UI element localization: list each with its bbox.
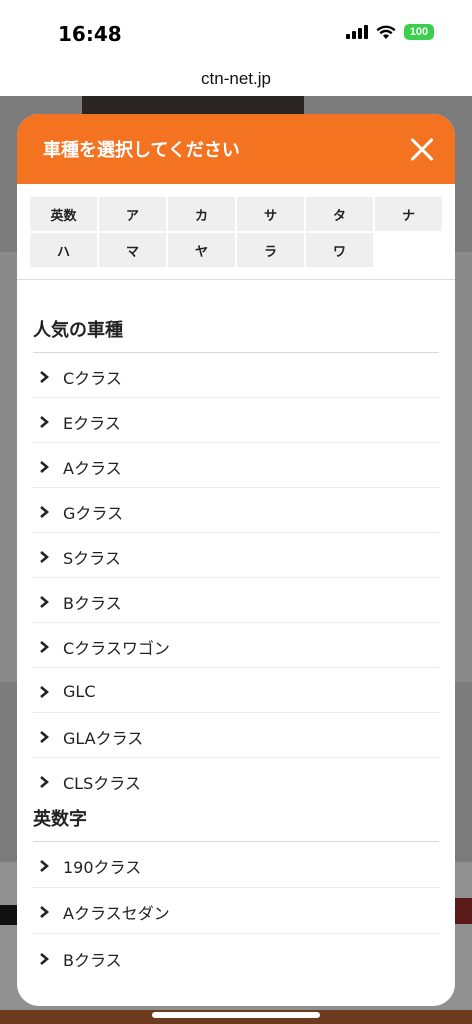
list-item-label: CLSクラス: [63, 774, 141, 793]
index-tab-ya[interactable]: ヤ: [168, 233, 235, 267]
modal-title: 車種を選択してください: [43, 140, 240, 161]
list-item-label: Aクラスセダン: [63, 904, 170, 923]
list-item-label: GLC: [63, 682, 96, 701]
index-tab-ka[interactable]: カ: [168, 197, 235, 231]
chevron-right-icon: [37, 550, 51, 564]
modal-header: 車種を選択してください: [17, 114, 455, 184]
model-select-modal: 車種を選択してください 英数 ア カ サ タ ナ ハ マ ヤ ラ ワ 人気の車種…: [17, 114, 455, 1006]
chevron-right-icon: [37, 859, 51, 873]
wifi-icon: [376, 25, 396, 39]
chevron-right-icon: [37, 595, 51, 609]
list-item[interactable]: GLAクラス: [33, 713, 439, 758]
address-bar[interactable]: ctn-net.jp: [0, 62, 472, 96]
battery-icon: 100: [404, 24, 434, 40]
background-logo-right: [454, 898, 472, 924]
index-tab-wa[interactable]: ワ: [306, 233, 373, 267]
list-item[interactable]: Sクラス: [33, 533, 439, 578]
list-item-label: Aクラス: [63, 458, 122, 478]
kana-index: 英数 ア カ サ タ ナ ハ マ ヤ ラ ワ: [30, 197, 442, 267]
list-item[interactable]: Eクラス: [33, 398, 439, 443]
list-item-label: GLAクラス: [63, 728, 144, 748]
url-text[interactable]: ctn-net.jp: [201, 69, 271, 88]
index-tab-alnum[interactable]: 英数: [30, 197, 97, 231]
alnum-model-list: 190クラス Aクラスセダン Bクラス: [33, 842, 439, 980]
section-title-alnum: 英数字: [33, 805, 439, 842]
list-item[interactable]: Aクラス: [33, 443, 439, 488]
status-bar: 16:48 100: [0, 0, 472, 62]
cellular-signal-icon: [346, 25, 368, 39]
list-item-label: Sクラス: [63, 548, 121, 568]
list-item-label: Cクラスワゴン: [63, 638, 170, 658]
section-title-popular: 人気の車種: [33, 316, 439, 353]
list-item[interactable]: 190クラス: [33, 842, 439, 888]
list-item-label: Eクラス: [63, 413, 121, 433]
list-item[interactable]: Gクラス: [33, 488, 439, 533]
background-logo-left: [0, 905, 18, 925]
clock: 16:48: [58, 22, 122, 46]
chevron-right-icon: [37, 415, 51, 429]
list-item-label: Cクラス: [63, 368, 122, 388]
index-tab-ha[interactable]: ハ: [30, 233, 97, 267]
chevron-right-icon: [37, 640, 51, 654]
list-item[interactable]: Bクラス: [33, 578, 439, 623]
chevron-right-icon: [37, 730, 51, 744]
list-item[interactable]: GLC: [33, 668, 439, 713]
index-divider: [17, 279, 455, 280]
chevron-right-icon: [37, 905, 51, 919]
list-item[interactable]: Aクラスセダン: [33, 888, 439, 934]
chevron-right-icon: [37, 952, 51, 966]
list-item-label: Bクラス: [63, 950, 122, 970]
chevron-right-icon: [37, 460, 51, 474]
list-item-label: Bクラス: [63, 593, 122, 613]
index-tab-na[interactable]: ナ: [375, 197, 442, 231]
chevron-right-icon: [37, 775, 51, 789]
chevron-right-icon: [37, 685, 51, 699]
list-item[interactable]: Cクラス: [33, 353, 439, 398]
chevron-right-icon: [37, 505, 51, 519]
popular-model-list: Cクラス Eクラス Aクラス Gクラス Sクラス Bクラス Cクラスワゴン GL…: [33, 353, 439, 803]
home-indicator[interactable]: [152, 1012, 320, 1018]
list-item[interactable]: Cクラスワゴン: [33, 623, 439, 668]
index-tab-a[interactable]: ア: [99, 197, 166, 231]
status-icons: 100: [346, 24, 434, 40]
list-item[interactable]: CLSクラス: [33, 758, 439, 803]
index-tab-ra[interactable]: ラ: [237, 233, 304, 267]
index-tab-ta[interactable]: タ: [306, 197, 373, 231]
close-icon[interactable]: [409, 136, 435, 162]
index-tab-ma[interactable]: マ: [99, 233, 166, 267]
list-item[interactable]: Bクラス: [33, 934, 439, 980]
index-tab-sa[interactable]: サ: [237, 197, 304, 231]
list-item-label: Gクラス: [63, 503, 124, 523]
chevron-right-icon: [37, 370, 51, 384]
list-item-label: 190クラス: [63, 858, 142, 877]
